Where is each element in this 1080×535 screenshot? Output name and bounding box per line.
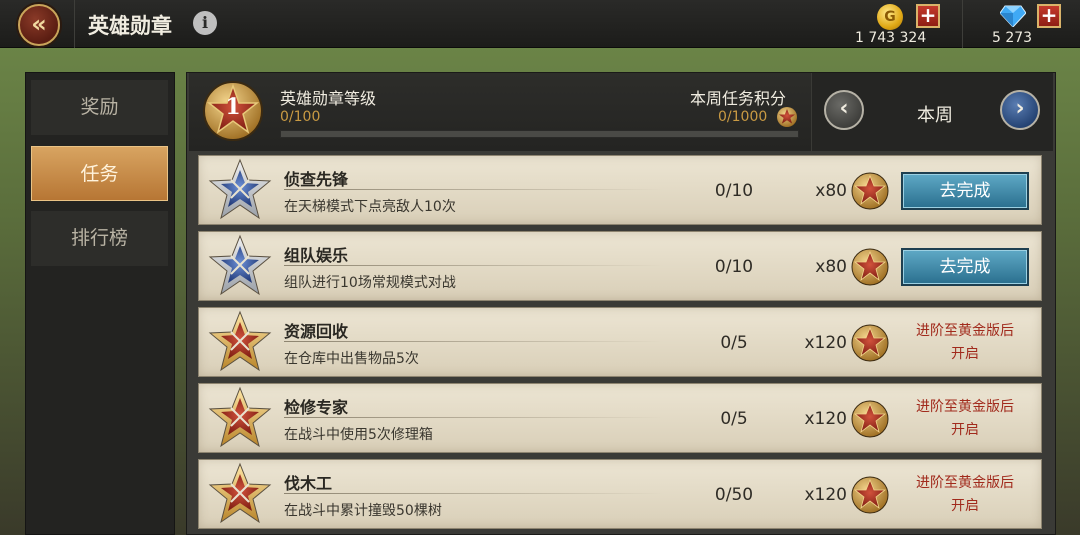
task-progress: 0/5 [720, 333, 748, 353]
sidebar-item-tasks[interactable]: 任务 [31, 146, 168, 201]
divider [284, 417, 664, 418]
blue-star-medal-icon [208, 234, 272, 296]
page-title: 英雄勋章 [88, 14, 172, 38]
gold-star-medal-icon [208, 310, 272, 372]
task-reward-amount: x80 [815, 181, 847, 201]
top-bar: « 英雄勋章 i G + 1 743 324 + 5 273 [0, 0, 1080, 48]
gold-amount: 1 743 324 [855, 30, 927, 46]
add-diamond-button[interactable]: + [1037, 4, 1061, 28]
task-name: 资源回收 [284, 322, 349, 341]
task-name: 侦查先锋 [284, 170, 349, 189]
gold-star-medal-icon [208, 462, 272, 524]
diamond-icon [1000, 5, 1026, 27]
divider [284, 265, 664, 266]
task-description: 在战斗中累计撞毁50棵树 [284, 503, 442, 519]
locked-notice-line: 开启 [951, 498, 979, 514]
task-progress: 0/50 [714, 485, 754, 505]
gold-coin-icon: G [877, 4, 903, 30]
locked-notice-line: 开启 [951, 422, 979, 438]
task-reward-amount: x120 [804, 485, 847, 505]
weekly-points-value: 0/1000 [718, 109, 768, 125]
star-point-icon [851, 324, 889, 362]
sidebar-item-leaderboard[interactable]: 排行榜 [31, 211, 168, 266]
next-week-button[interactable]: › [1000, 90, 1040, 130]
previous-week-button[interactable]: ‹ [824, 90, 864, 130]
chevron-right-icon: › [1015, 96, 1025, 121]
task-progress: 0/10 [714, 257, 754, 277]
back-button[interactable]: « [18, 4, 60, 46]
task-reward-amount: x80 [815, 257, 847, 277]
locked-notice: 进阶至黄金版后 开启 [901, 396, 1029, 442]
go-complete-button[interactable]: 去完成 [901, 172, 1029, 210]
go-complete-button[interactable]: 去完成 [901, 248, 1029, 286]
medal-level-title: 英雄勋章等级 [280, 89, 377, 108]
divider [74, 0, 75, 48]
task-name: 伐木工 [284, 474, 333, 493]
locked-notice-line: 开启 [951, 346, 979, 362]
medal-level-progress: 0/100 [280, 109, 321, 125]
locked-notice-line: 进阶至黄金版后 [916, 399, 1014, 415]
divider [284, 493, 664, 494]
task-reward-amount: x120 [804, 333, 847, 353]
locked-notice-line: 进阶至黄金版后 [916, 475, 1014, 491]
add-gold-button[interactable]: + [916, 4, 940, 28]
locked-notice-line: 进阶至黄金版后 [916, 323, 1014, 339]
task-description: 在仓库中出售物品5次 [284, 351, 419, 367]
weekly-points-title: 本周任务积分 [690, 89, 787, 108]
week-label: 本周 [917, 105, 953, 126]
task-name: 组队娱乐 [284, 246, 349, 265]
chevron-left-icon: ‹ [839, 96, 849, 121]
medal-progress-bar [280, 130, 799, 138]
task-row: 组队娱乐组队进行10场常规模式对战 0/10 x80 去完成 [198, 231, 1042, 301]
task-progress: 0/10 [714, 181, 754, 201]
diamond-amount: 5 273 [992, 30, 1033, 46]
blue-star-medal-icon [208, 158, 272, 220]
task-row: 检修专家在战斗中使用5次修理箱 0/5 x120 进阶至黄金版后 开启 [198, 383, 1042, 453]
sidebar-item-rewards[interactable]: 奖励 [31, 80, 168, 135]
task-description: 在天梯模式下点亮敌人10次 [284, 199, 456, 215]
medal-level: 1 [225, 94, 241, 120]
double-chevron-left-icon: « [31, 10, 47, 38]
star-point-icon [851, 400, 889, 438]
star-point-icon [851, 248, 889, 286]
task-row: 资源回收在仓库中出售物品5次 0/5 x120 进阶至黄金版后 开启 [198, 307, 1042, 377]
task-reward-amount: x120 [804, 409, 847, 429]
task-progress: 0/5 [720, 409, 748, 429]
task-row: 侦查先锋在天梯模式下点亮敌人10次 0/10 x80 去完成 [198, 155, 1042, 225]
locked-notice: 进阶至黄金版后 开启 [901, 472, 1029, 518]
task-description: 在战斗中使用5次修理箱 [284, 427, 433, 443]
star-point-icon [777, 107, 797, 127]
task-name: 检修专家 [284, 398, 349, 417]
info-icon[interactable]: i [193, 11, 217, 35]
task-description: 组队进行10场常规模式对战 [284, 275, 456, 291]
divider [284, 341, 664, 342]
locked-notice: 进阶至黄金版后 开启 [901, 320, 1029, 366]
divider [962, 0, 963, 48]
sidebar [25, 72, 175, 535]
star-point-icon [851, 476, 889, 514]
star-point-icon [851, 172, 889, 210]
task-row: 伐木工在战斗中累计撞毁50棵树 0/50 x120 进阶至黄金版后 开启 [198, 459, 1042, 529]
gold-star-medal-icon [208, 386, 272, 448]
divider [284, 189, 664, 190]
